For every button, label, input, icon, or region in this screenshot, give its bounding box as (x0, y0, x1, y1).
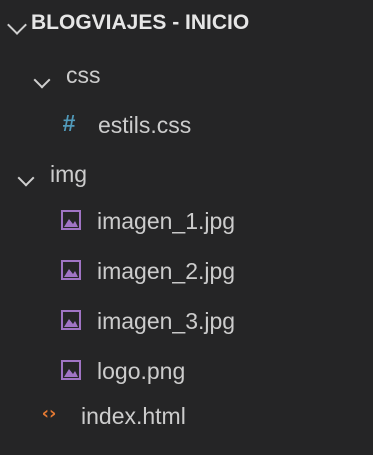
image-file-icon (61, 260, 81, 280)
tree-folder-img[interactable]: img (0, 150, 373, 200)
chevron-down-icon (17, 169, 35, 188)
css-hash-icon: # (62, 110, 76, 136)
tree-file-imagen-1[interactable]: imagen_1.jpg (0, 196, 373, 246)
tree-file-imagen-2[interactable]: imagen_2.jpg (0, 246, 373, 296)
file-label: imagen_2.jpg (97, 258, 236, 284)
chevron-down-icon (7, 15, 27, 36)
tree-file-logo[interactable]: logo.png (0, 346, 373, 396)
explorer-section-header[interactable]: BLOGVIAJES - INICIO (0, 0, 373, 48)
html-brackets-icon: ‹› (41, 403, 57, 424)
chevron-down-icon (33, 71, 51, 90)
tree-file-imagen-3[interactable]: imagen_3.jpg (0, 296, 373, 346)
folder-label: css (66, 62, 101, 88)
folder-label: img (50, 161, 88, 187)
image-file-icon (61, 360, 81, 380)
tree-file-estils-css[interactable]: # estils.css (0, 100, 373, 150)
file-label: imagen_3.jpg (97, 308, 236, 334)
file-label: imagen_1.jpg (97, 208, 236, 234)
image-file-icon (61, 210, 81, 230)
file-explorer: BLOGVIAJES - INICIO css # estils.css img… (0, 0, 373, 455)
tree-folder-css[interactable]: css (0, 50, 373, 100)
file-label: estils.css (98, 112, 192, 138)
file-label: logo.png (97, 358, 186, 384)
file-label: index.html (81, 403, 186, 429)
image-file-icon (61, 310, 81, 330)
project-title: BLOGVIAJES - INICIO (31, 11, 250, 34)
tree-file-index-html[interactable]: ‹› index.html (0, 391, 373, 441)
